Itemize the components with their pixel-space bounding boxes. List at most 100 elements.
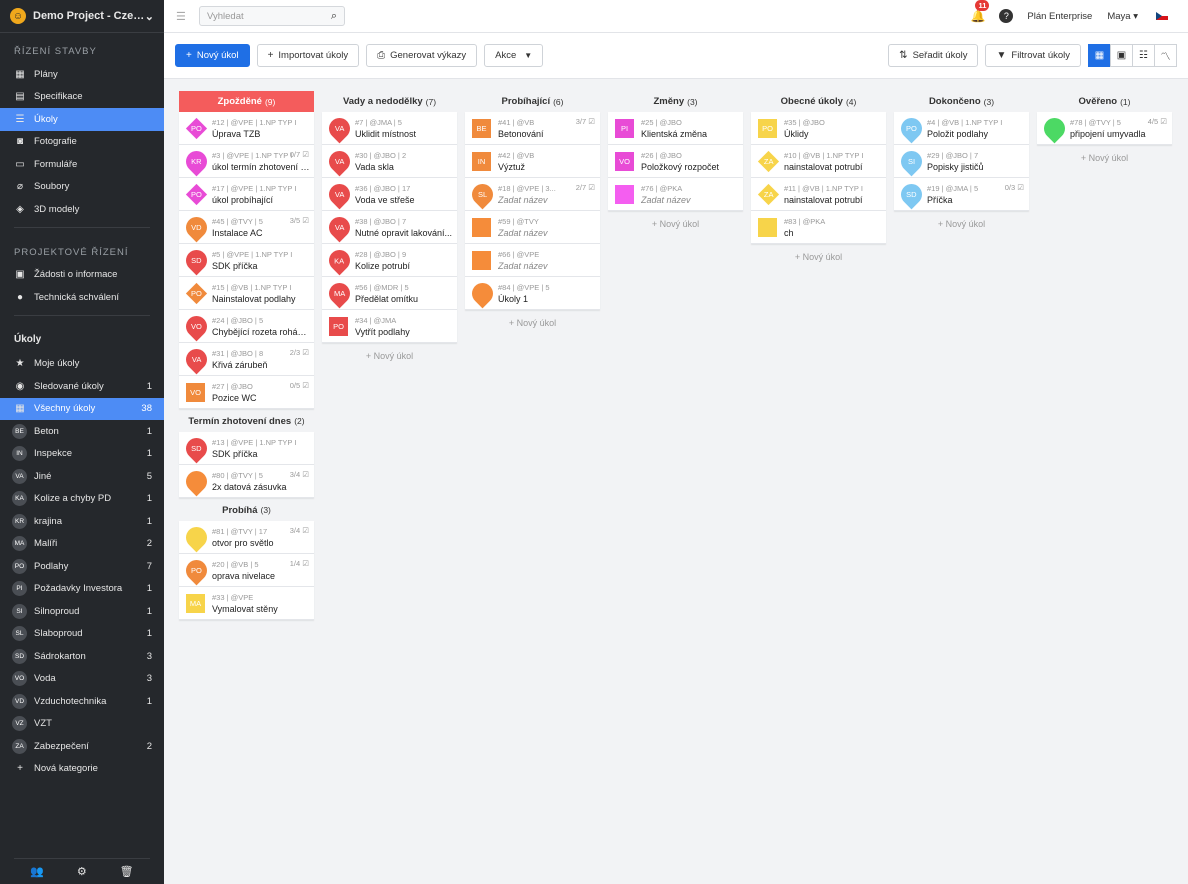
category-item[interactable]: MA Malíři 2: [0, 533, 164, 556]
task-card[interactable]: VA #36 | @JBO | 17 Voda ve střeše: [322, 178, 457, 211]
task-card[interactable]: VO #26 | @JBO Položkový rozpočet: [608, 145, 743, 178]
task-card[interactable]: PO #17 | @VPE | 1.NP TYP Iúkol probíhajíc…: [179, 178, 314, 211]
task-card[interactable]: SL #18 | @VPE | 3... Zadat název 2/7 ☑: [465, 178, 600, 211]
sidebar-item-camera[interactable]: ◙ Fotografie: [0, 131, 164, 154]
calendar-view-icon[interactable]: ▣: [1110, 44, 1133, 67]
task-card[interactable]: #59 | @TVY Zadat název: [465, 211, 600, 244]
language-flag-icon[interactable]: [1156, 12, 1168, 20]
actions-dropdown[interactable]: Akce ▼: [484, 44, 544, 67]
sidebar-item-star[interactable]: ★ Moje úkoly: [0, 353, 164, 376]
sidebar-item-specs[interactable]: ▤ Specifikace: [0, 86, 164, 109]
project-selector[interactable]: ☺ Demo Project - Cze… ⌄: [0, 0, 164, 33]
task-marker-sq: PO: [758, 118, 777, 138]
hamburger-icon[interactable]: ☰: [176, 10, 187, 23]
task-card[interactable]: MA #33 | @VPE Vymalovat stěny: [179, 587, 314, 620]
board-view-icon[interactable]: ▦: [1088, 44, 1111, 67]
search-icon[interactable]: ⌕: [331, 10, 337, 23]
task-card[interactable]: VO #27 | @JBO Pozice WC 0/5 ☑: [179, 376, 314, 409]
new-task-button[interactable]: + Nový úkol: [175, 44, 250, 67]
sidebar-item-grid[interactable]: ▦ Všechny úkoly 38: [0, 397, 164, 420]
task-card[interactable]: BE #41 | @VB Betonování 3/7 ☑: [465, 112, 600, 145]
task-card[interactable]: PO #20 | @VB | 5 oprava nivelace 1/4 ☑: [179, 554, 314, 587]
task-card[interactable]: PO #12 | @VPE | 1.NP TYP I Úprava TZB: [179, 112, 314, 145]
task-card[interactable]: PO #15 | @VB | 1.NP TYP I Nainstalovat pod…: [179, 277, 314, 310]
generate-reports-button[interactable]: ⎙ Generovat výkazy: [366, 44, 478, 67]
category-item[interactable]: VA Jiné 5: [0, 465, 164, 488]
category-item[interactable]: KR krajina 1: [0, 510, 164, 533]
sidebar-item-rfi[interactable]: ▣ Žádosti o informace: [0, 264, 164, 287]
task-card[interactable]: IN #42 | @VB Výztuž: [465, 145, 600, 178]
task-card[interactable]: VA #7 | @JMA | 5 Uklidit místnost: [322, 112, 457, 145]
sidebar-item-plans[interactable]: ▦ Plány: [0, 63, 164, 86]
category-item[interactable]: IN Inspekce 1: [0, 443, 164, 466]
task-card[interactable]: SD #5 | @VPE | 1.NP TYP I SDK příčka: [179, 244, 314, 277]
add-task-link[interactable]: + Nový úkol: [465, 310, 600, 335]
import-tasks-button[interactable]: + Importovat úkoly: [256, 44, 360, 67]
filter-tasks-button[interactable]: ▼ Filtrovat úkoly: [985, 44, 1081, 67]
task-card[interactable]: #66 | @VPE Zadat název: [465, 244, 600, 277]
sort-tasks-button[interactable]: ⇅ Seřadit úkoly: [888, 44, 979, 67]
task-card[interactable]: #76 | @PKA Zadat název: [608, 178, 743, 211]
task-card[interactable]: SD #19 | @JMA | 5 Příčka 0/3 ☑: [894, 178, 1029, 211]
task-card[interactable]: ZA #10 | @VB | 1.NP TYP Inainstalovat pot…: [751, 145, 886, 178]
add-task-link[interactable]: + Nový úkol: [1037, 145, 1172, 170]
gantt-view-icon[interactable]: ☷: [1132, 44, 1155, 67]
help-icon[interactable]: ?: [999, 9, 1014, 23]
task-card[interactable]: VA #38 | @JBO | 7 Nutné opravit lakování..…: [322, 211, 457, 244]
add-task-link[interactable]: + Nový úkol: [894, 211, 1029, 236]
task-card[interactable]: #81 | @TVY | 17 otvor pro světlo 3/4 ☑: [179, 521, 314, 554]
column-header: Probíhající (6): [465, 91, 600, 112]
search-input[interactable]: Vyhledat ⌕: [199, 6, 345, 26]
category-item[interactable]: SL Slaboproud 1: [0, 623, 164, 646]
chart-view-icon[interactable]: 〽: [1154, 44, 1177, 67]
task-card[interactable]: KR #3 | @VPE | 1.NP TYP Iúkol termín zhot…: [179, 145, 314, 178]
category-item[interactable]: VD Vzduchotechnika 1: [0, 690, 164, 713]
sidebar-item-eye[interactable]: ◉ Sledované úkoly 1: [0, 375, 164, 398]
task-card[interactable]: #78 | @TVY | 5 připojení umyvadla 4/5 ☑: [1037, 112, 1172, 145]
trash-icon[interactable]: 🗑: [120, 865, 134, 878]
task-card[interactable]: #80 | @TVY | 5 2x datová zásuvka 3/4 ☑: [179, 465, 314, 498]
task-card[interactable]: VO #24 | @JBO | 5 Chybějící rozeta roháčku: [179, 310, 314, 343]
task-card[interactable]: KA #28 | @JBO | 9 Kolize potrubí: [322, 244, 457, 277]
category-item[interactable]: SI Silnoproud 1: [0, 600, 164, 623]
category-item[interactable]: PO Podlahy 7: [0, 555, 164, 578]
sidebar-item-paperclip[interactable]: ⌀ Soubory: [0, 176, 164, 199]
task-card[interactable]: VA #30 | @JBO | 2 Vada skla: [322, 145, 457, 178]
category-item[interactable]: SD Sádrokarton 3: [0, 645, 164, 668]
category-item[interactable]: ZA Zabezpečení 2: [0, 735, 164, 758]
category-item[interactable]: KA Kolize a chyby PD 1: [0, 488, 164, 511]
sidebar-item-forms[interactable]: ▭ Formuláře: [0, 153, 164, 176]
category-item[interactable]: PI Požadavky Investora 1: [0, 578, 164, 601]
task-card[interactable]: VA #31 | @JBO | 8 Křivá zárubeň 2/3 ☑: [179, 343, 314, 376]
task-card[interactable]: MA #56 | @MDR | 5 Předělat omítku: [322, 277, 457, 310]
sidebar-item-person[interactable]: ● Technická schválení: [0, 286, 164, 309]
plans-icon: ▦: [15, 68, 25, 80]
category-item[interactable]: VZ VZT: [0, 713, 164, 736]
task-card[interactable]: PO #34 | @JMA Vytřít podlahy: [322, 310, 457, 343]
add-task-link[interactable]: + Nový úkol: [608, 211, 743, 236]
sidebar-item-tasks[interactable]: ☰ Úkoly: [0, 108, 164, 131]
task-card[interactable]: PO #35 | @JBO Úklidy: [751, 112, 886, 145]
task-card[interactable]: SD #13 | @VPE | 1.NP TYP I SDK příčka: [179, 432, 314, 465]
add-task-link[interactable]: + Nový úkol: [322, 343, 457, 368]
gear-icon[interactable]: ⚙: [77, 865, 87, 878]
task-card[interactable]: SI #29 | @JBO | 7 Popisky jističů: [894, 145, 1029, 178]
new-category-item[interactable]: + Nová kategorie: [0, 758, 164, 781]
task-card[interactable]: PO #4 | @VB | 1.NP TYP I Položit podlahy: [894, 112, 1029, 145]
category-item[interactable]: VO Voda 3: [0, 668, 164, 691]
task-card[interactable]: #83 | @PKA ch: [751, 211, 886, 244]
plan-link[interactable]: Plán Enterprise: [1027, 11, 1092, 22]
task-marker-pin: PO: [896, 113, 927, 143]
category-item[interactable]: BE Beton 1: [0, 420, 164, 443]
user-menu[interactable]: Maya ▾: [1107, 11, 1138, 22]
sidebar-item-cube[interactable]: ◈ 3D modely: [0, 198, 164, 221]
task-marker-pin: SD: [181, 245, 212, 275]
users-icon[interactable]: 👥: [30, 865, 44, 878]
notifications-bell-icon[interactable]: 🔔 11: [970, 0, 990, 23]
add-task-link[interactable]: + Nový úkol: [751, 244, 886, 269]
task-card[interactable]: PI #25 | @JBO Klientská změna: [608, 112, 743, 145]
task-card[interactable]: ZA #11 | @VB | 1.NP TYP Inainstalovat pot…: [751, 178, 886, 211]
task-card[interactable]: VD #45 | @TVY | 5 Instalace AC 3/5 ☑: [179, 211, 314, 244]
new-category-label: Nová kategorie: [34, 763, 98, 775]
task-card[interactable]: #84 | @VPE | 5 Úkoly 1: [465, 277, 600, 310]
